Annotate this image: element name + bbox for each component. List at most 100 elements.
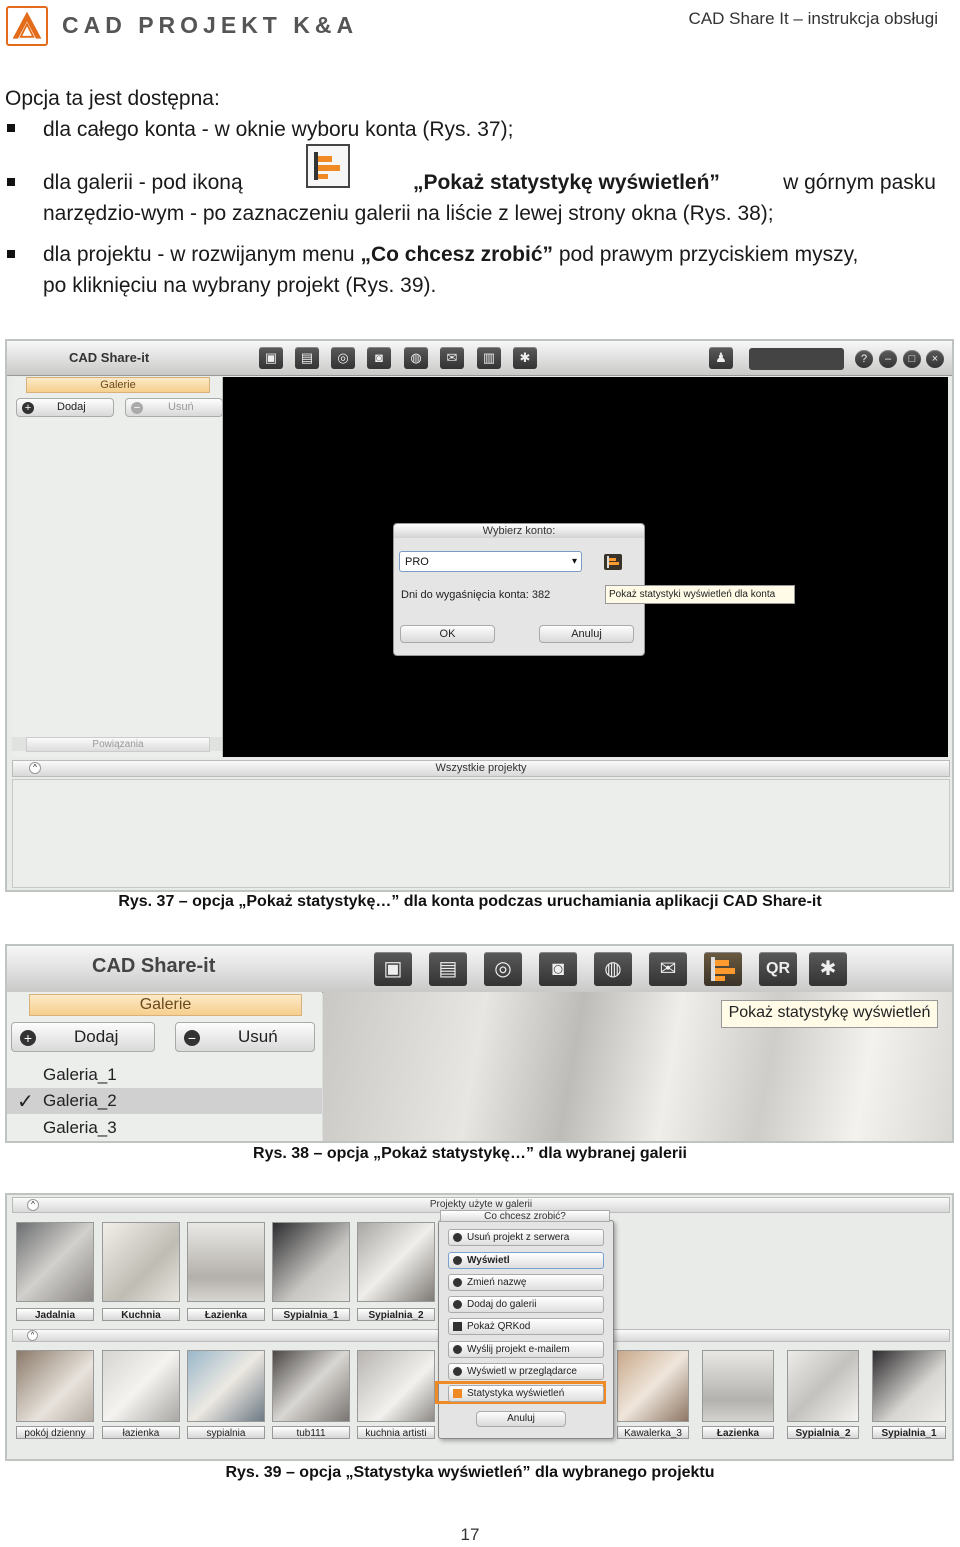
- open-folder-icon[interactable]: ▣: [259, 347, 283, 369]
- bullet-gallery-start: dla galerii - pod ikoną: [43, 171, 243, 194]
- globe-network-icon[interactable]: ◎: [331, 347, 355, 369]
- menu-item-email[interactable]: Wyślij projekt e-mailem: [448, 1341, 604, 1358]
- logo-mark-icon: [9, 8, 45, 44]
- add-label: Dodaj: [74, 1027, 119, 1046]
- remove-gallery-button[interactable]: − Usuń: [175, 1022, 315, 1052]
- thumbnail-label: łazienka: [102, 1426, 180, 1439]
- project-thumbnail[interactable]: [357, 1350, 435, 1422]
- figure-37-caption: Rys. 37 – opcja „Pokaż statystykę…” dla …: [118, 893, 822, 910]
- galerie-header[interactable]: Galerie: [29, 994, 302, 1016]
- globe-icon[interactable]: ◍: [594, 952, 632, 986]
- thumbnail-label: Sypialnia_2: [357, 1308, 435, 1321]
- mail-icon[interactable]: ✉: [440, 347, 464, 369]
- gallery-preview-image: Pokaż statystykę wyświetleń: [323, 992, 952, 1141]
- project-thumbnail[interactable]: [272, 1350, 350, 1422]
- cancel-button[interactable]: Anuluj: [539, 625, 634, 643]
- stats-chart-icon[interactable]: [704, 952, 742, 986]
- left-panel: Galerie + Dodaj − Usuń Galeria_1 ✓ Galeria…: [7, 992, 322, 1141]
- cancel-button[interactable]: Anuluj: [476, 1411, 566, 1427]
- project-thumbnail[interactable]: [16, 1222, 94, 1302]
- maximize-icon[interactable]: □: [903, 350, 921, 368]
- account-select[interactable]: PRO ▾: [399, 551, 582, 572]
- app-title: CAD Share-it: [92, 955, 216, 977]
- gallery-item[interactable]: Galeria_3: [43, 1118, 117, 1138]
- minus-circle-icon: [453, 1233, 462, 1242]
- menu-item-browser[interactable]: Wyświetl w przeglądarce: [448, 1363, 604, 1380]
- gallery-item-selected[interactable]: ✓ Galeria_2: [7, 1088, 322, 1114]
- remove-label: Usuń: [238, 1027, 278, 1046]
- camera-icon[interactable]: ◙: [539, 952, 577, 986]
- menu-label: Dodaj do galerii: [467, 1299, 537, 1310]
- chevron-up-icon[interactable]: ^: [27, 1330, 38, 1341]
- chevron-up-icon[interactable]: ^: [29, 762, 41, 774]
- bullet-gallery-end: w górnym pasku: [783, 171, 936, 194]
- project-thumbnail[interactable]: [102, 1222, 180, 1302]
- figure-37-screenshot: CAD Share-it ▣ ▤ ◎ ◙ ◍ ✉ ▥ ✱ ♟ ? – □ × G…: [5, 339, 954, 892]
- project-thumbnail[interactable]: [16, 1350, 94, 1422]
- bullet-marker: [7, 124, 15, 132]
- help-icon[interactable]: ?: [855, 350, 873, 368]
- project-thumbnail[interactable]: [187, 1350, 265, 1422]
- minimize-icon[interactable]: –: [879, 350, 897, 368]
- ok-button[interactable]: OK: [400, 625, 495, 643]
- add-gallery-button[interactable]: + Dodaj: [11, 1022, 155, 1052]
- all-projects-bar[interactable]: Wszystkie projekty: [12, 760, 950, 777]
- settings-gear-icon[interactable]: ✱: [809, 952, 847, 986]
- chevron-up-icon[interactable]: ^: [27, 1199, 39, 1211]
- galerie-header[interactable]: Galerie: [26, 377, 210, 393]
- qr-code-icon: [453, 1322, 462, 1331]
- stats-chart-icon[interactable]: ▥: [477, 347, 501, 369]
- account-field[interactable]: [749, 348, 844, 370]
- mail-icon[interactable]: ✉: [649, 952, 687, 986]
- menu-label: Wyświetl: [467, 1255, 510, 1266]
- gallery-item[interactable]: Galeria_1: [43, 1065, 117, 1085]
- project-thumbnail[interactable]: [872, 1350, 946, 1422]
- open-folder-icon[interactable]: ▣: [374, 952, 412, 986]
- context-menu-title: Co chcesz zrobić?: [440, 1210, 610, 1222]
- related-header[interactable]: Powiązania: [26, 737, 210, 752]
- bullet-marker: [7, 250, 15, 258]
- left-panel: Galerie + Dodaj − Usuń: [12, 377, 223, 757]
- project-thumbnail[interactable]: [787, 1350, 859, 1422]
- project-thumbnail[interactable]: [702, 1350, 774, 1422]
- plus-icon: +: [20, 1030, 36, 1046]
- users-icon[interactable]: ♟: [709, 347, 733, 369]
- project-thumbnail[interactable]: [357, 1222, 435, 1302]
- globe-network-icon[interactable]: ◎: [484, 952, 522, 986]
- chevron-down-icon: ▾: [571, 556, 577, 567]
- project-thumbnail[interactable]: [272, 1222, 350, 1302]
- thumbnail-label: sypialnia: [187, 1426, 265, 1439]
- bullet-account: dla całego konta - w oknie wyboru konta …: [43, 118, 514, 141]
- menu-label: Wyświetl w przeglądarce: [467, 1366, 577, 1377]
- project-thumbnail[interactable]: [187, 1222, 265, 1302]
- thumbnail-label: Sypialnia_1: [872, 1426, 946, 1439]
- menu-item-qr[interactable]: Pokaż QRKod: [448, 1318, 604, 1335]
- page-number: 17: [460, 1525, 480, 1544]
- stats-chart-icon[interactable]: [604, 554, 622, 570]
- close-icon[interactable]: ×: [926, 350, 944, 368]
- remove-gallery-button[interactable]: − Usuń: [125, 398, 223, 417]
- menu-item-rename[interactable]: Zmień nazwę: [448, 1274, 604, 1291]
- menu-label: Wyślij projekt e-mailem: [467, 1344, 570, 1355]
- account-select-value: PRO: [405, 556, 429, 568]
- publish-icon[interactable]: ▤: [295, 347, 319, 369]
- project-thumbnail[interactable]: [617, 1350, 689, 1422]
- tooltip: Pokaż statystykę wyświetleń: [721, 1000, 938, 1028]
- menu-item-view[interactable]: Wyświetl: [448, 1252, 604, 1269]
- add-gallery-button[interactable]: + Dodaj: [16, 398, 114, 417]
- menu-label: Pokaż QRKod: [467, 1321, 531, 1332]
- menu-item-statistics[interactable]: Statystyka wyświetleń: [448, 1385, 604, 1402]
- publish-icon[interactable]: ▤: [429, 952, 467, 986]
- project-thumbnail[interactable]: [102, 1350, 180, 1422]
- globe-icon[interactable]: ◍: [404, 347, 428, 369]
- projects-area: [12, 779, 950, 888]
- settings-gear-icon[interactable]: ✱: [513, 347, 537, 369]
- qr-code-icon[interactable]: QR: [759, 952, 797, 986]
- mail-icon: [453, 1345, 462, 1354]
- thumbnail-label: Kuchnia: [102, 1308, 180, 1321]
- menu-item-delete[interactable]: Usuń projekt z serwera: [448, 1229, 604, 1246]
- camera-icon[interactable]: ◙: [367, 347, 391, 369]
- menu-item-add-to-gallery[interactable]: Dodaj do galerii: [448, 1296, 604, 1313]
- minus-icon: −: [131, 402, 143, 414]
- search-icon: [453, 1256, 462, 1265]
